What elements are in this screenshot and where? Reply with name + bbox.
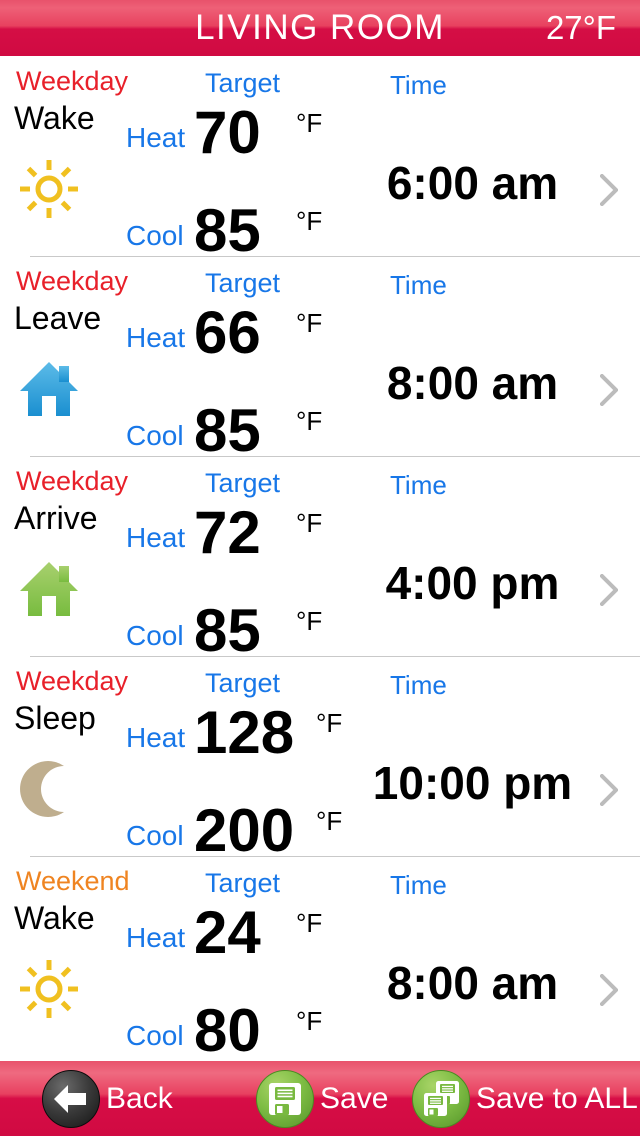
target-column-header: Target [205,68,281,98]
page-title: LIVING ROOM [195,8,445,47]
back-button-label: Back [106,1082,173,1115]
house-blue-icon [20,362,78,416]
house-green-icon [20,562,78,616]
back-button-circle[interactable] [42,1070,100,1128]
row-disclosure-chevron[interactable] [599,573,619,607]
save-button[interactable]: Save [256,1070,388,1128]
save-to-all-button-circle[interactable] [412,1070,470,1128]
time-column-header: Time [390,470,447,500]
period-name: Sleep [14,700,96,736]
bottom-toolbar: Back Save Save to ALL [0,1061,640,1136]
cool-unit: °F [296,406,323,436]
heat-value: 70 [194,99,261,166]
floppy-disk-icon [269,1083,301,1115]
save-to-all-button[interactable]: Save to ALL [412,1070,638,1128]
cool-unit: °F [316,806,343,836]
day-type-label: Weekday [16,466,129,496]
chevron-right-icon [599,373,619,407]
time-column-header: Time [390,270,447,300]
cool-label: Cool [126,420,184,451]
row-disclosure-chevron[interactable] [599,773,619,807]
cool-value: 85 [194,397,261,464]
app-header: LIVING ROOM 27°F [0,0,640,56]
current-temperature: 27°F [545,9,616,46]
period-icon [16,756,82,822]
cool-label: Cool [126,820,184,851]
schedule-time[interactable]: 8:00 am [360,356,585,410]
day-type-label: Weekend [16,866,130,896]
schedule-list: Weekday Target Time Wake Heat 70 °F Cool 85 °F 6:0… [0,56,640,1062]
moon-icon [20,761,64,817]
schedule-row[interactable]: Weekday Target Time Leave Heat 66 °F Cool 85 °F 8:… [0,256,640,462]
chevron-right-icon [599,573,619,607]
heat-label: Heat [126,322,186,353]
heat-unit: °F [316,708,343,738]
schedule-row[interactable]: Weekday Target Time Sleep Heat 128 °F Cool 200 °F… [0,656,640,862]
cool-unit: °F [296,1006,323,1036]
cool-value: 80 [194,997,261,1064]
schedule-row[interactable]: Weekday Target Time Arrive Heat 72 °F Cool 85 °F 4… [0,456,640,662]
schedule-row[interactable]: Weekday Target Time Wake Heat 70 °F Cool 85 °F 6:0… [0,56,640,262]
day-type-label: Weekday [16,666,129,696]
cool-label: Cool [126,1020,184,1051]
chevron-right-icon [599,173,619,207]
heat-label: Heat [126,122,186,153]
cool-value: 85 [194,197,261,264]
arrow-left-icon [54,1085,86,1113]
save-button-label: Save [320,1082,389,1115]
heat-unit: °F [296,508,323,538]
row-disclosure-chevron[interactable] [599,173,619,207]
heat-unit: °F [296,908,323,938]
period-name: Wake [14,100,95,136]
target-column-header: Target [205,468,281,498]
schedule-time[interactable]: 4:00 pm [360,556,585,610]
heat-label: Heat [126,722,186,753]
cool-label: Cool [126,620,184,651]
schedule-time[interactable]: 6:00 am [360,156,585,210]
cool-value: 85 [194,597,261,664]
heat-label: Heat [126,922,186,953]
heat-value: 66 [194,299,261,366]
row-disclosure-chevron[interactable] [599,973,619,1007]
heat-unit: °F [296,108,323,138]
sun-icon [20,160,78,218]
target-column-header: Target [205,668,281,698]
target-column-header: Target [205,268,281,298]
back-button[interactable]: Back [42,1070,173,1128]
period-icon [16,356,82,422]
schedule-time[interactable]: 8:00 am [360,956,585,1010]
heat-unit: °F [296,308,323,338]
time-column-header: Time [390,870,447,900]
row-disclosure-chevron[interactable] [599,373,619,407]
cool-value: 200 [194,797,295,864]
heat-value: 24 [194,899,261,966]
day-type-label: Weekday [16,266,129,296]
period-name: Leave [14,300,102,336]
day-type-label: Weekday [16,66,129,96]
chevron-right-icon [599,973,619,1007]
period-name: Arrive [14,500,98,536]
heat-value: 72 [194,499,261,566]
schedule-row[interactable]: Weekend Target Time Wake Heat 24 °F Cool 80 °F 8:0… [0,856,640,1062]
heat-value: 128 [194,699,295,766]
schedule-time[interactable]: 10:00 pm [360,756,585,810]
period-name: Wake [14,900,95,936]
floppy-disk-multiple-icon [424,1081,459,1116]
period-icon [16,156,82,222]
cool-unit: °F [296,206,323,236]
period-icon [16,556,82,622]
cool-label: Cool [126,220,184,251]
sun-icon [20,960,78,1018]
save-button-circle[interactable] [256,1070,314,1128]
chevron-right-icon [599,773,619,807]
time-column-header: Time [390,70,447,100]
heat-label: Heat [126,522,186,553]
save-to-all-button-label: Save to ALL [476,1082,638,1115]
period-icon [16,956,82,1022]
time-column-header: Time [390,670,447,700]
target-column-header: Target [205,868,281,898]
cool-unit: °F [296,606,323,636]
